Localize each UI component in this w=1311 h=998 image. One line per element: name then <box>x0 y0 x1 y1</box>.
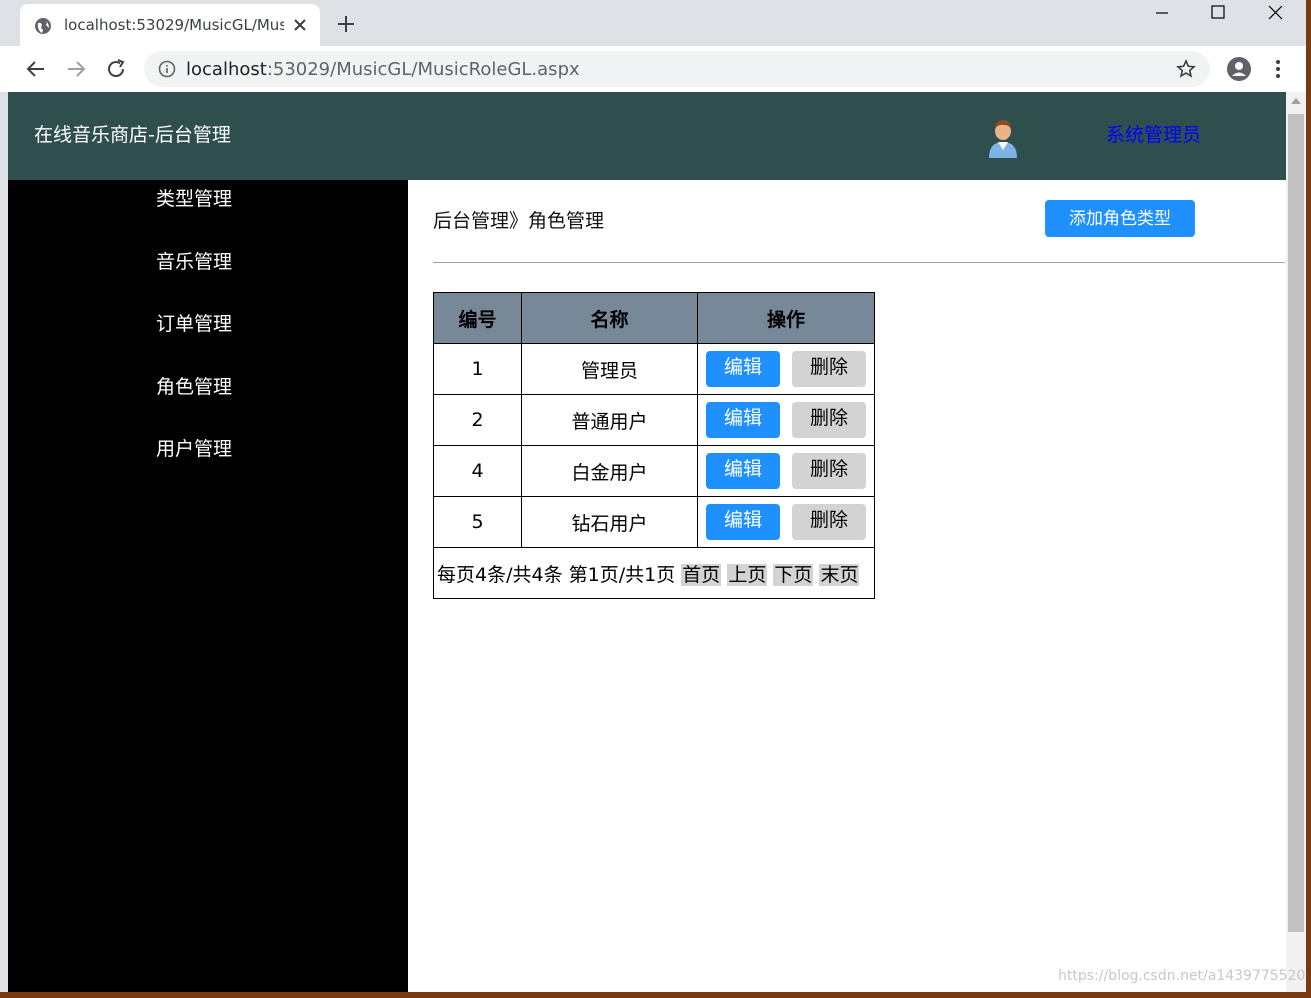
vertical-scrollbar[interactable] <box>1286 92 1306 992</box>
cell-name: 管理员 <box>521 343 698 395</box>
maximize-icon[interactable] <box>1194 2 1242 24</box>
cell-id: 4 <box>433 445 522 497</box>
column-header-actions: 操作 <box>697 292 875 344</box>
sidebar-item-users[interactable]: 用户管理 <box>156 434 232 461</box>
profile-icon[interactable] <box>1226 56 1252 82</box>
delete-button[interactable]: 删除 <box>792 504 866 540</box>
edit-button[interactable]: 编辑 <box>706 402 780 438</box>
roles-table: 编号 名称 操作 1 管理员 编辑 删除 2 普通用户 编辑 删除 4 白金用户… <box>433 292 875 599</box>
site-title: 在线音乐商店-后台管理 <box>34 124 231 146</box>
delete-button[interactable]: 删除 <box>792 453 866 489</box>
pager: 每页4条/共4条 第1页/共1页 首页 上页 下页 末页 <box>433 547 875 599</box>
table-row: 2 普通用户 编辑 删除 <box>433 394 875 446</box>
table-header-row: 编号 名称 操作 <box>433 292 875 344</box>
sidebar-item-orders[interactable]: 订单管理 <box>156 309 232 336</box>
edit-button[interactable]: 编辑 <box>706 453 780 489</box>
column-header-id: 编号 <box>433 292 522 344</box>
info-icon[interactable] <box>158 60 176 78</box>
cell-id: 5 <box>433 496 522 548</box>
close-icon[interactable] <box>292 17 308 33</box>
window-close-icon[interactable] <box>1252 2 1300 24</box>
cell-name: 白金用户 <box>521 445 698 497</box>
cell-actions: 编辑 删除 <box>697 343 875 395</box>
sidebar-item-music[interactable]: 音乐管理 <box>156 247 232 274</box>
pager-last-link[interactable]: 末页 <box>819 563 860 586</box>
edit-button[interactable]: 编辑 <box>706 351 780 387</box>
sidebar-item-roles[interactable]: 角色管理 <box>156 372 232 399</box>
column-header-name: 名称 <box>521 292 698 344</box>
pager-first-link[interactable]: 首页 <box>681 563 722 586</box>
table-row: 1 管理员 编辑 删除 <box>433 343 875 395</box>
cell-actions: 编辑 删除 <box>697 496 875 548</box>
new-tab-icon[interactable] <box>334 12 358 36</box>
cell-id: 1 <box>433 343 522 395</box>
watermark: https://blog.csdn.net/a1439775520 <box>1058 968 1306 984</box>
bookmark-star-icon[interactable] <box>1176 59 1196 79</box>
main-content: 后台管理》角色管理 添加角色类型 编号 名称 操作 1 管理员 编辑 删除 2 … <box>408 180 1286 992</box>
cell-name: 钻石用户 <box>521 496 698 548</box>
url-text[interactable]: localhost:53029/MusicGL/MusicRoleGL.aspx <box>186 59 580 80</box>
breadcrumb: 后台管理》角色管理 <box>433 210 605 232</box>
cell-actions: 编辑 删除 <box>697 394 875 446</box>
url-path: :53029/MusicGL/MusicRoleGL.aspx <box>266 59 580 80</box>
minimize-icon[interactable] <box>1138 2 1186 24</box>
pager-prev-link[interactable]: 上页 <box>727 563 768 586</box>
table-row: 4 白金用户 编辑 删除 <box>433 445 875 497</box>
browser-toolbar: localhost:53029/MusicGL/MusicRoleGL.aspx <box>0 46 1306 93</box>
delete-button[interactable]: 删除 <box>792 402 866 438</box>
browser-tab[interactable]: localhost:53029/MusicGL/Mus <box>20 4 320 46</box>
page-viewport: 在线音乐商店-后台管理 系统管理员 类型管理 音乐管理 订单管理 角色管理 用户… <box>8 92 1286 992</box>
address-bar[interactable]: localhost:53029/MusicGL/MusicRoleGL.aspx <box>144 51 1210 87</box>
sidebar: 类型管理 音乐管理 订单管理 角色管理 用户管理 <box>8 180 408 992</box>
scroll-up-arrow-icon[interactable] <box>1290 96 1302 106</box>
cell-actions: 编辑 删除 <box>697 445 875 497</box>
pager-row: 每页4条/共4条 第1页/共1页 首页 上页 下页 末页 <box>433 547 875 599</box>
globe-icon <box>35 18 51 34</box>
reload-icon[interactable] <box>104 57 128 81</box>
user-avatar-icon <box>989 120 1017 158</box>
divider <box>433 262 1285 263</box>
add-role-button[interactable]: 添加角色类型 <box>1045 200 1195 237</box>
admin-link[interactable]: 系统管理员 <box>1106 120 1201 147</box>
forward-arrow-icon[interactable] <box>64 57 88 81</box>
edit-button[interactable]: 编辑 <box>706 504 780 540</box>
cell-id: 2 <box>433 394 522 446</box>
cell-name: 普通用户 <box>521 394 698 446</box>
back-arrow-icon[interactable] <box>24 57 48 81</box>
sidebar-item-category[interactable]: 类型管理 <box>156 184 232 211</box>
scrollbar-thumb[interactable] <box>1288 114 1304 932</box>
tab-strip: localhost:53029/MusicGL/Mus <box>0 0 1306 46</box>
more-menu-icon[interactable] <box>1268 58 1288 80</box>
pager-next-link[interactable]: 下页 <box>773 563 814 586</box>
tab-title: localhost:53029/MusicGL/Mus <box>64 16 284 34</box>
table-row: 5 钻石用户 编辑 删除 <box>433 496 875 548</box>
site-header: 在线音乐商店-后台管理 系统管理员 <box>8 92 1286 180</box>
url-host: localhost <box>186 59 267 80</box>
delete-button[interactable]: 删除 <box>792 351 866 387</box>
pager-summary: 每页4条/共4条 第1页/共1页 <box>437 563 676 586</box>
